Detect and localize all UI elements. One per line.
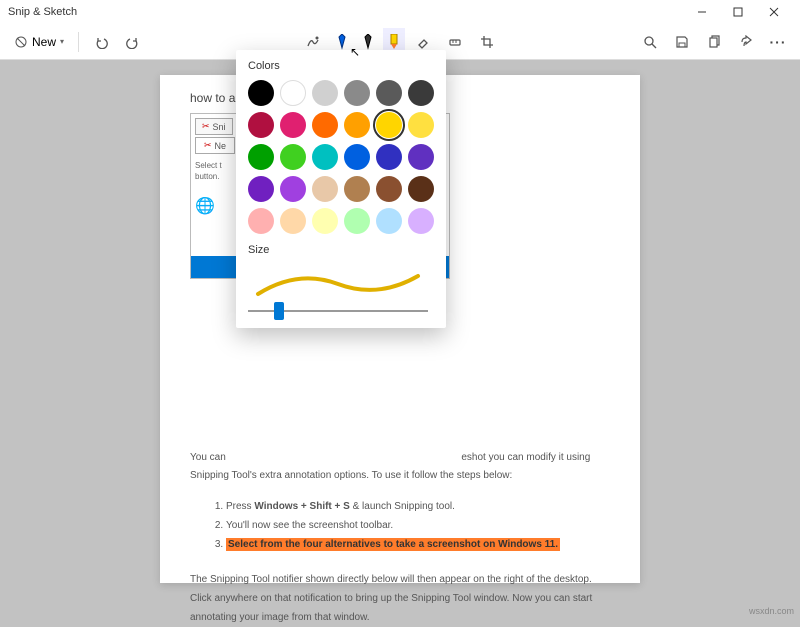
color-swatch[interactable]	[376, 176, 402, 202]
snip-icon	[14, 35, 28, 49]
size-preview	[248, 264, 428, 304]
undo-button[interactable]	[87, 28, 115, 56]
doc-ne-button: ✂Ne	[195, 137, 235, 154]
close-button[interactable]	[756, 0, 792, 24]
color-swatch[interactable]	[280, 144, 306, 170]
redo-button[interactable]	[119, 28, 147, 56]
size-slider[interactable]	[248, 310, 428, 312]
color-swatch[interactable]	[408, 144, 434, 170]
paragraph-2: The Snipping Tool notifier shown directl…	[190, 570, 610, 627]
color-grid	[248, 80, 434, 234]
color-swatch[interactable]	[248, 112, 274, 138]
window-controls	[684, 0, 792, 24]
color-swatch[interactable]	[344, 144, 370, 170]
globe-icon: 🌐	[195, 196, 215, 216]
color-swatch[interactable]	[280, 112, 306, 138]
separator	[78, 32, 79, 52]
color-swatch[interactable]	[280, 176, 306, 202]
chevron-down-icon: ▾	[60, 37, 64, 46]
color-swatch[interactable]	[312, 112, 338, 138]
color-swatch[interactable]	[312, 80, 338, 106]
copy-button[interactable]	[700, 28, 728, 56]
color-swatch[interactable]	[312, 176, 338, 202]
colors-heading: Colors	[248, 60, 434, 72]
share-button[interactable]	[732, 28, 760, 56]
color-swatch[interactable]	[280, 80, 306, 106]
minimize-button[interactable]	[684, 0, 720, 24]
color-swatch[interactable]	[344, 176, 370, 202]
app-title: Snip & Sketch	[8, 6, 77, 18]
more-button[interactable]: ···	[764, 28, 792, 56]
save-button[interactable]	[668, 28, 696, 56]
color-swatch[interactable]	[376, 112, 402, 138]
titlebar: Snip & Sketch	[0, 0, 800, 24]
crop-button[interactable]	[473, 28, 501, 56]
color-swatch[interactable]	[408, 112, 434, 138]
new-button[interactable]: New ▾	[8, 28, 70, 56]
color-swatch[interactable]	[312, 208, 338, 234]
color-swatch[interactable]	[408, 208, 434, 234]
color-swatch[interactable]	[376, 208, 402, 234]
color-swatch[interactable]	[248, 80, 274, 106]
color-swatch[interactable]	[248, 176, 274, 202]
color-swatch[interactable]	[408, 176, 434, 202]
color-swatch[interactable]	[280, 208, 306, 234]
doc-tab: ✂Sni	[195, 118, 233, 135]
color-swatch[interactable]	[344, 80, 370, 106]
color-swatch[interactable]	[248, 208, 274, 234]
new-label: New	[32, 35, 56, 49]
color-swatch[interactable]	[344, 208, 370, 234]
color-swatch[interactable]	[312, 144, 338, 170]
watermark: wsxdn.com	[749, 606, 794, 616]
pen-options-popup: Colors Size	[236, 50, 446, 328]
paragraph-1: You can eshot you can modify it using Sn…	[190, 449, 610, 485]
color-swatch[interactable]	[248, 144, 274, 170]
zoom-button[interactable]	[636, 28, 664, 56]
step-2: You'll now see the screenshot toolbar.	[226, 516, 610, 535]
size-heading: Size	[248, 244, 434, 256]
step-1: Press Windows + Shift + S & launch Snipp…	[226, 497, 610, 516]
color-swatch[interactable]	[408, 80, 434, 106]
color-swatch[interactable]	[376, 144, 402, 170]
color-swatch[interactable]	[376, 80, 402, 106]
maximize-button[interactable]	[720, 0, 756, 24]
step-3: Select from the four alternatives to tak…	[226, 535, 610, 554]
steps-list: Press Windows + Shift + S & launch Snipp…	[226, 497, 610, 554]
color-swatch[interactable]	[344, 112, 370, 138]
